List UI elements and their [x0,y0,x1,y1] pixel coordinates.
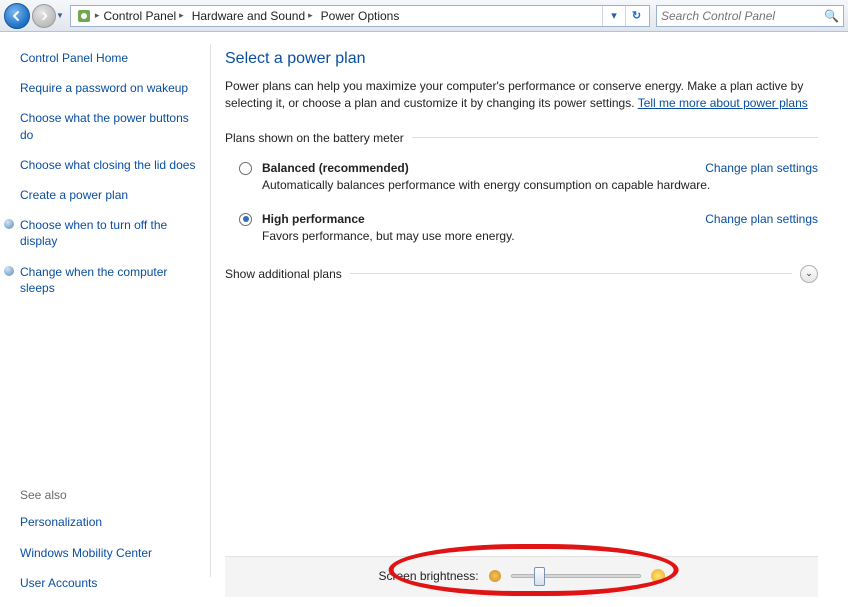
sun-bright-icon [651,569,665,583]
breadcrumb-label: Control Panel [103,9,176,23]
plan-balanced: Balanced (recommended) Change plan setti… [239,161,818,202]
address-dropdown[interactable]: ▾ [603,6,625,26]
brightness-slider[interactable] [511,574,641,578]
sidebar-link-create-plan[interactable]: Create a power plan [20,187,198,203]
breadcrumb-label: Power Options [321,9,400,23]
display-icon [4,219,14,229]
breadcrumb-control-panel[interactable]: Control Panel▸ [99,6,187,26]
nav-history-dropdown[interactable]: ▼ [56,11,64,20]
main-panel: Select a power plan Power plans can help… [211,32,848,607]
control-panel-icon [76,8,92,24]
sidebar-link-power-buttons[interactable]: Choose what the power buttons do [20,110,198,142]
brightness-slider-thumb[interactable] [534,567,545,586]
breadcrumb-hardware-sound[interactable]: Hardware and Sound▸ [188,6,317,26]
show-additional-label: Show additional plans [225,267,342,281]
see-also-user-accounts[interactable]: User Accounts [20,575,198,591]
plan-high-performance-title[interactable]: High performance [262,212,365,226]
sidebar-link-turn-off-display[interactable]: Choose when to turn off the display [20,217,198,249]
sidebar-link-closing-lid[interactable]: Choose what closing the lid does [20,157,198,173]
chevron-right-icon: ▸ [179,10,184,21]
arrow-left-icon [11,10,23,22]
plan-high-performance: High performance Change plan settings Fa… [239,212,818,253]
page-title: Select a power plan [225,50,818,68]
expand-chevron-button[interactable]: ⌄ [800,265,818,283]
plan-balanced-radio[interactable] [239,162,252,175]
see-also-personalization[interactable]: Personalization [20,514,198,530]
plan-high-performance-radio[interactable] [239,213,252,226]
chevron-down-icon: ⌄ [805,268,813,279]
sidebar-link-computer-sleeps[interactable]: Change when the computer sleeps [20,264,198,296]
address-bar[interactable]: ▸ Control Panel▸ Hardware and Sound▸ Pow… [70,5,650,27]
sidebar: Control Panel Home Require a password on… [0,32,210,607]
brightness-footer: Screen brightness: [225,556,818,597]
group-header-label: Plans shown on the battery meter [225,131,404,145]
sleep-icon [4,266,14,276]
chevron-right-icon: ▸ [308,10,313,21]
page-description: Power plans can help you maximize your c… [225,78,818,113]
tell-me-more-link[interactable]: Tell me more about power plans [638,96,808,110]
search-box[interactable]: 🔍 [656,5,844,27]
search-input[interactable] [661,9,820,23]
toolbar: ▼ ▸ Control Panel▸ Hardware and Sound▸ P… [0,0,848,32]
refresh-button[interactable]: ↻ [625,6,647,26]
content-area: Control Panel Home Require a password on… [0,32,848,607]
see-also-header: See also [20,488,198,502]
see-also-mobility-center[interactable]: Windows Mobility Center [20,545,198,561]
plan-high-performance-settings-link[interactable]: Change plan settings [705,212,818,226]
plan-balanced-title[interactable]: Balanced (recommended) [262,161,409,175]
sun-dim-icon [489,570,501,582]
plans-group-header: Plans shown on the battery meter [225,131,818,145]
arrow-right-icon [39,11,49,21]
breadcrumb-power-options[interactable]: Power Options [317,6,404,26]
nav-forward-button[interactable] [32,4,56,28]
breadcrumb-label: Hardware and Sound [192,9,305,23]
sidebar-link-require-password[interactable]: Require a password on wakeup [20,80,198,96]
search-icon: 🔍 [824,9,839,23]
brightness-label: Screen brightness: [378,569,478,583]
show-additional-header[interactable]: Show additional plans ⌄ [225,265,818,283]
plan-balanced-desc: Automatically balances performance with … [262,178,818,192]
plan-balanced-settings-link[interactable]: Change plan settings [705,161,818,175]
plan-high-performance-desc: Favors performance, but may use more ene… [262,229,818,243]
control-panel-home-link[interactable]: Control Panel Home [20,50,198,66]
nav-back-button[interactable] [4,3,30,29]
